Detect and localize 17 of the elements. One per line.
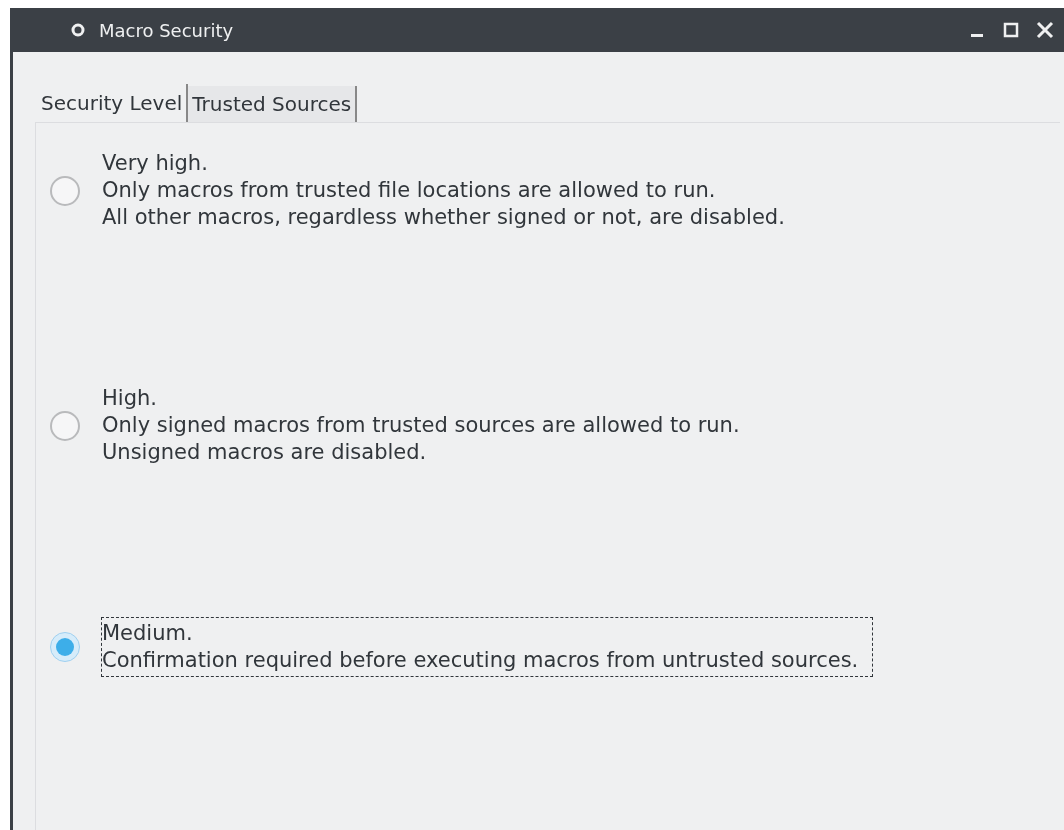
option-description: Only signed macros from trusted sources are allowed to run. [102,412,740,439]
option-description: Unsigned macros are disabled. [102,439,428,466]
window-title: Macro Security [99,18,234,43]
option-label[interactable]: High. [102,385,740,412]
option-label[interactable]: Very high. [102,150,785,177]
option-label[interactable]: Medium. [102,620,859,647]
radio-button[interactable] [50,632,80,662]
close-icon [1036,21,1054,39]
tab[interactable]: Trusted Sources [188,86,358,122]
option-description: Only macros from trusted file locations are allowed to run. [102,177,717,204]
radio-button[interactable] [50,410,80,441]
app-icon [71,23,85,37]
radio-button[interactable] [50,175,80,206]
minimize-icon [971,33,983,37]
option-description: Confirmation required before executing macros from untrusted sources. [102,647,859,674]
option-description: All other macros, regardless whether signed or not, are disabled. [102,204,785,231]
maximize-icon [1003,22,1019,38]
